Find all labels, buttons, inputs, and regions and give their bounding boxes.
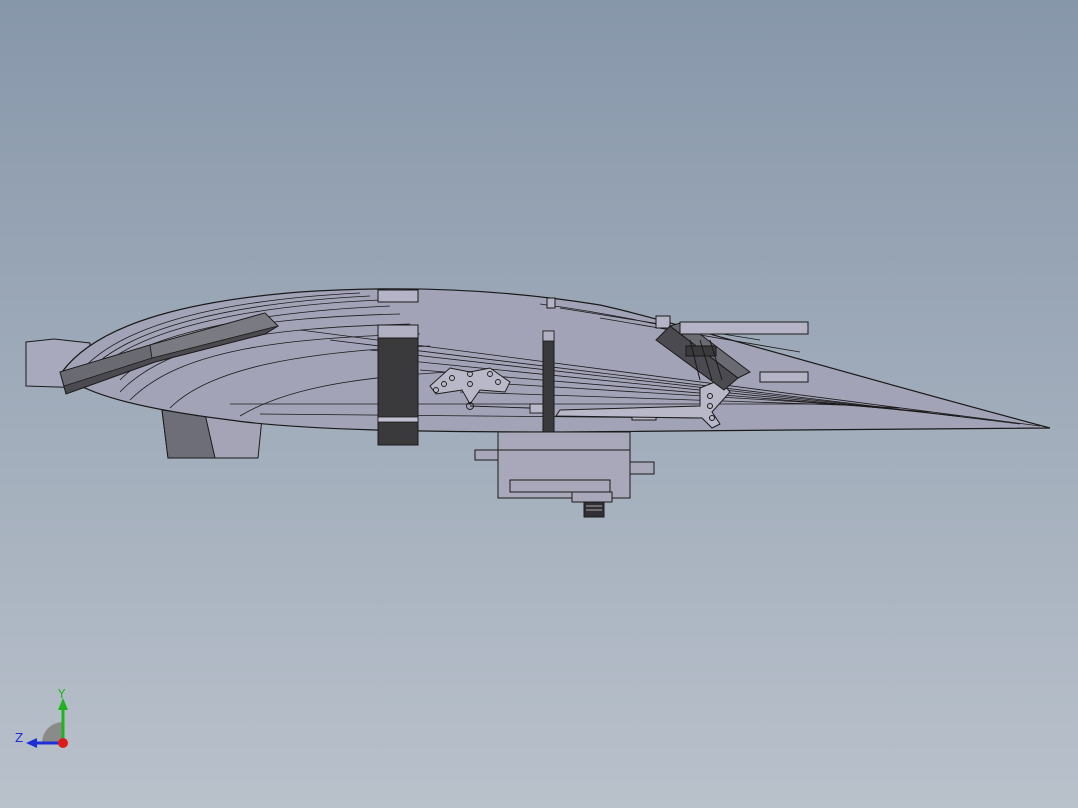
pushrod-bar[interactable] xyxy=(542,330,555,440)
graphics-viewport[interactable]: Y Z xyxy=(0,0,1078,808)
wing-assembly-model[interactable] xyxy=(0,0,1078,808)
z-axis-label: Z xyxy=(15,731,24,745)
view-orientation-triad[interactable]: Y Z xyxy=(10,684,80,754)
servo-motor[interactable] xyxy=(474,431,655,518)
top-tab[interactable] xyxy=(377,289,419,303)
x-axis-dot xyxy=(58,738,68,748)
center-spar[interactable] xyxy=(377,324,419,446)
y-axis-label: Y xyxy=(58,687,66,701)
